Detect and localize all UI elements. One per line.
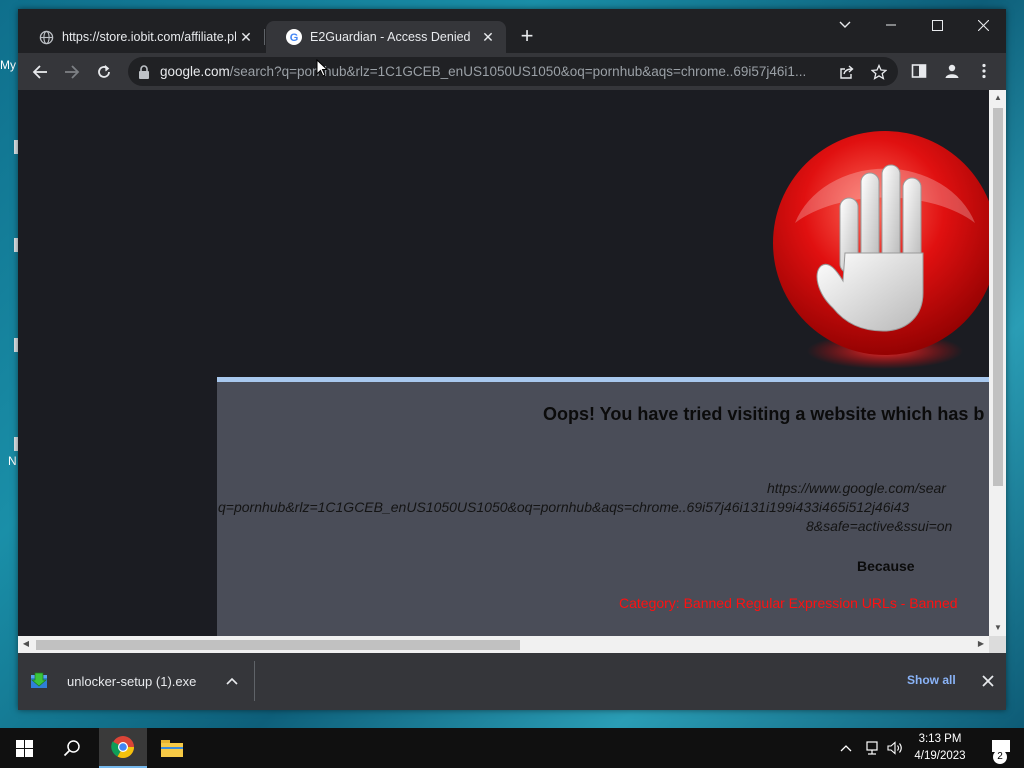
horizontal-scrollbar[interactable]: ◀ ▶ xyxy=(18,636,989,653)
globe-icon xyxy=(38,29,54,45)
tab-strip: https://store.iobit.com/affiliate.ph ✕ G… xyxy=(18,9,1006,53)
installer-file-icon xyxy=(30,672,48,690)
because-label: Because xyxy=(857,558,915,574)
stop-hand-icon xyxy=(773,123,989,378)
share-icon[interactable] xyxy=(836,61,858,83)
menu-kebab-icon[interactable] xyxy=(970,57,998,85)
taskbar: 3:13 PM 4/19/2023 2 xyxy=(0,728,1024,768)
url-host: google.com xyxy=(160,64,230,79)
browser-toolbar: google.com/search?q=pornhub&rlz=1C1GCEB_… xyxy=(18,53,1006,90)
download-file-name: unlocker-setup (1).exe xyxy=(67,673,197,689)
close-window-icon[interactable] xyxy=(960,9,1006,41)
access-denied-panel: Oops! You have tried visiting a website … xyxy=(217,377,989,636)
tab-e2guardian[interactable]: G E2Guardian - Access Denied ✕ xyxy=(266,21,506,53)
profile-icon[interactable] xyxy=(938,57,966,85)
page-heading: Oops! You have tried visiting a website … xyxy=(543,404,985,424)
clock-time: 3:13 PM xyxy=(918,733,962,745)
download-item[interactable]: unlocker-setup (1).exe xyxy=(30,665,238,697)
google-icon: G xyxy=(286,29,302,45)
vertical-scroll-thumb[interactable] xyxy=(993,108,1003,486)
tab-separator xyxy=(264,29,265,45)
browser-window: https://store.iobit.com/affiliate.ph ✕ G… xyxy=(18,9,1006,710)
chevron-up-icon[interactable] xyxy=(836,728,856,768)
tab-title: E2Guardian - Access Denied xyxy=(310,30,471,44)
volume-icon[interactable] xyxy=(884,728,906,768)
new-tab-icon[interactable]: + xyxy=(515,25,539,49)
notification-count-badge: 2 xyxy=(993,750,1007,764)
chrome-taskbar-icon[interactable] xyxy=(99,728,147,768)
block-category-text: Category: Banned Regular Expression URLs… xyxy=(619,595,958,611)
url-text: google.com/search?q=pornhub&rlz=1C1GCEB_… xyxy=(160,64,820,79)
tab-close-icon[interactable]: ✕ xyxy=(236,27,256,47)
clock-date: 4/19/2023 xyxy=(914,750,966,762)
tab-close-icon[interactable]: ✕ xyxy=(478,27,498,47)
system-clock[interactable]: 3:13 PM 4/19/2023 xyxy=(905,731,975,765)
horizontal-scroll-thumb[interactable] xyxy=(36,640,520,650)
chevron-up-icon[interactable] xyxy=(226,677,238,685)
svg-text:G: G xyxy=(290,32,299,44)
scroll-left-icon[interactable]: ◀ xyxy=(21,639,31,649)
close-download-bar-icon[interactable] xyxy=(978,671,998,691)
back-icon[interactable] xyxy=(25,57,55,87)
reload-icon[interactable] xyxy=(89,57,119,87)
blocked-url-line: 8&safe=active&ssui=on xyxy=(806,518,953,534)
page-viewport: Oops! You have tried visiting a website … xyxy=(18,90,989,636)
forward-icon[interactable] xyxy=(57,57,87,87)
minimize-icon[interactable] xyxy=(868,9,914,41)
download-bar: unlocker-setup (1).exe Show all xyxy=(18,653,1006,710)
tab-search-icon[interactable] xyxy=(822,9,868,41)
network-icon[interactable] xyxy=(860,728,884,768)
windows-start-icon[interactable] xyxy=(0,728,48,768)
maximize-icon[interactable] xyxy=(914,9,960,41)
bookmark-star-icon[interactable] xyxy=(868,61,890,83)
search-icon[interactable] xyxy=(48,728,96,768)
mouse-cursor-icon xyxy=(316,58,329,82)
blocked-url-line: https://www.google.com/sear xyxy=(767,480,946,496)
address-bar[interactable]: google.com/search?q=pornhub&rlz=1C1GCEB_… xyxy=(128,57,898,86)
tab-title: https://store.iobit.com/affiliate.ph xyxy=(62,30,236,44)
show-all-button[interactable]: Show all xyxy=(907,673,956,687)
side-panel-icon[interactable] xyxy=(905,57,933,85)
file-explorer-icon[interactable] xyxy=(149,728,195,768)
vertical-scrollbar[interactable]: ▲ ▼ xyxy=(989,90,1006,636)
scroll-down-icon[interactable]: ▼ xyxy=(993,623,1003,633)
blocked-url-line: q=pornhub&rlz=1C1GCEB_enUS1050US1050&oq=… xyxy=(218,499,910,515)
scroll-corner xyxy=(989,636,1006,653)
tab-iobit[interactable]: https://store.iobit.com/affiliate.ph ✕ xyxy=(18,21,264,53)
scroll-right-icon[interactable]: ▶ xyxy=(976,639,986,649)
scroll-up-icon[interactable]: ▲ xyxy=(993,93,1003,103)
download-divider xyxy=(254,661,255,701)
desktop-icon-label: My xyxy=(0,58,16,72)
lock-icon[interactable] xyxy=(138,64,152,79)
